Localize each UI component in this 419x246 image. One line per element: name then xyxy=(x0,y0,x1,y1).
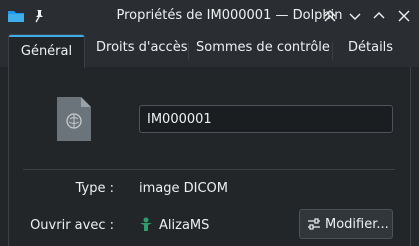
file-name-input[interactable] xyxy=(139,105,393,133)
configure-icon xyxy=(308,218,320,230)
tab-details[interactable]: Détails xyxy=(348,40,393,62)
close-icon[interactable] xyxy=(396,8,412,24)
tab-label: Général xyxy=(20,44,73,59)
section-divider xyxy=(23,169,395,170)
type-label: Type : xyxy=(75,181,114,196)
tab-bar: Général Droits d'accès Sommes de contrôl… xyxy=(0,32,419,68)
title-bar: Propriétés de IM000001 — Dolphin xyxy=(0,0,419,32)
minimize-icon[interactable] xyxy=(371,8,387,24)
tab-permissions[interactable]: Droits d'accès xyxy=(96,40,188,62)
alizams-icon xyxy=(140,217,152,231)
open-with-label: Ouvrir avec : xyxy=(30,218,114,233)
modify-button[interactable]: Modifier... xyxy=(299,209,393,239)
tab-checksums[interactable]: Sommes de contrôle xyxy=(196,40,330,62)
open-with-app-name: AlizaMS xyxy=(159,218,210,233)
tab-general[interactable]: Général xyxy=(8,34,85,68)
active-tab-indicator xyxy=(9,35,84,37)
tab-separator xyxy=(188,42,189,60)
tab-separator xyxy=(332,42,333,60)
type-value: image DICOM xyxy=(139,181,228,196)
keep-above-icon[interactable] xyxy=(322,8,338,24)
modify-button-label: Modifier... xyxy=(325,217,389,232)
dicom-file-icon xyxy=(57,97,91,141)
keep-below-icon[interactable] xyxy=(347,8,363,24)
